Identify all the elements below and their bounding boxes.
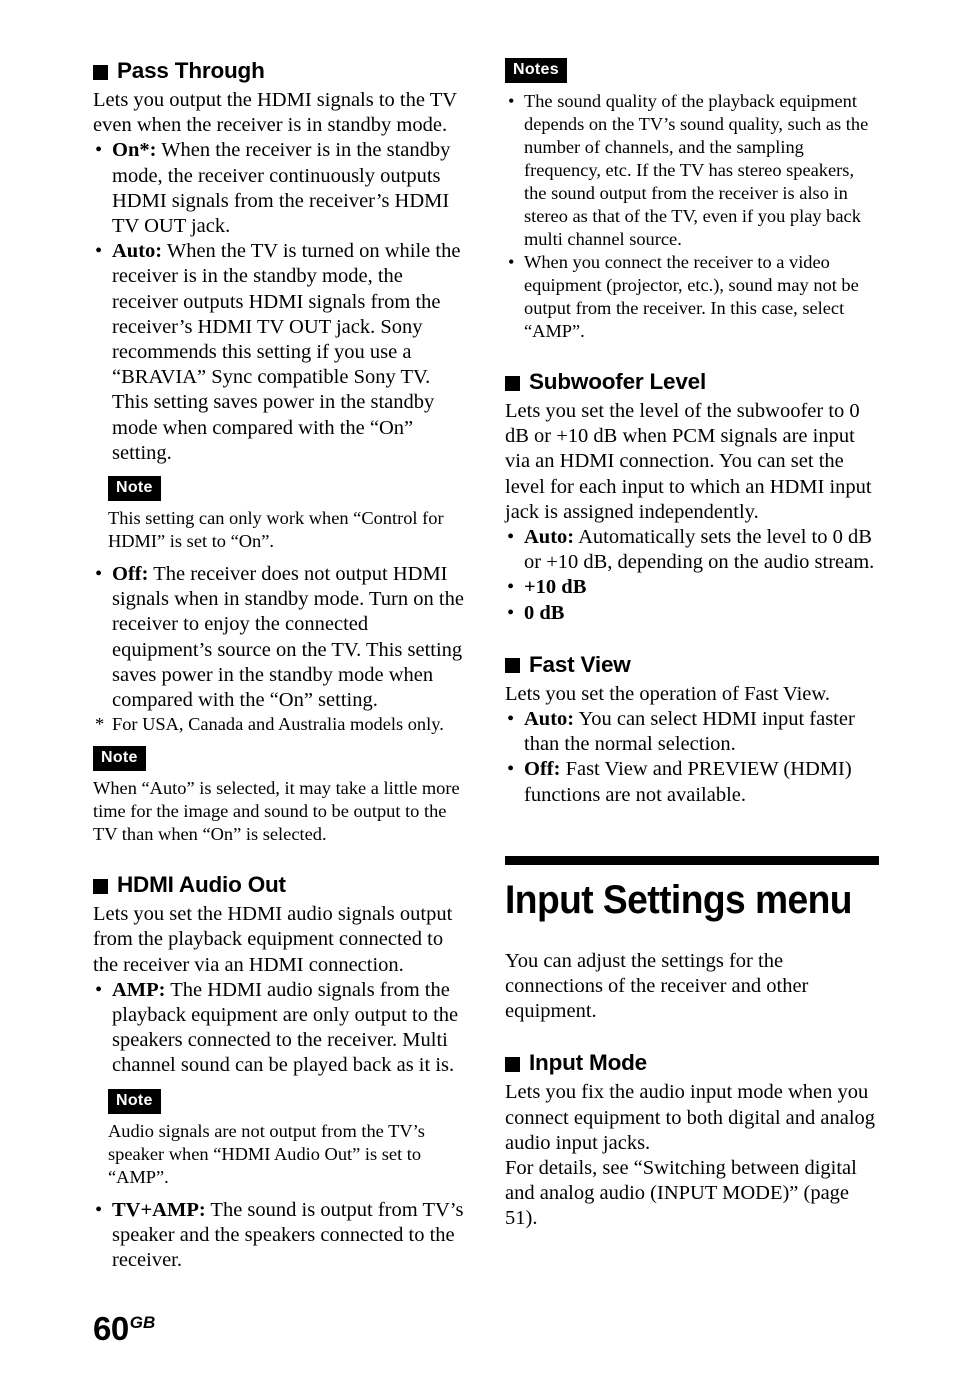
list-item: Auto: Automatically sets the level to 0 … [505, 525, 879, 575]
section-heading-hdmi-audio-out: HDMI Audio Out [93, 872, 465, 898]
square-bullet-icon [93, 64, 108, 80]
option-desc: When the TV is turned on while the recei… [112, 240, 461, 464]
section-title: Subwoofer Level [529, 369, 707, 394]
option-term: Auto: [524, 708, 575, 731]
note-text: Audio signals are not output from the TV… [108, 1120, 425, 1187]
notes-badge: Notes [505, 58, 567, 83]
section-heading-input-mode: Input Mode [505, 1050, 879, 1076]
option-desc: Automatically sets the level to 0 dB or … [524, 526, 875, 574]
option-desc: The receiver does not output HDMI signal… [112, 563, 464, 712]
list-item: Auto: You can select HDMI input faster t… [505, 707, 879, 757]
list-item: TV+AMP: The sound is output from TV’s sp… [93, 1198, 465, 1274]
option-term: Auto: [524, 526, 575, 549]
note-badge: Note [93, 746, 146, 772]
section-title: HDMI Audio Out [117, 872, 286, 898]
list-item: +10 dB [505, 575, 879, 600]
section-heading-pass-through: Pass Through [93, 58, 465, 84]
note-block-hdmi-audio-out: Note Audio signals are not output from t… [108, 1088, 465, 1189]
option-term: Off: [112, 563, 149, 586]
subwoofer-level-intro: Lets you set the level of the subwoofer … [505, 400, 872, 523]
fast-view-option-list: Auto: You can select HDMI input faster t… [505, 707, 879, 808]
pass-through-intro: Lets you output the HDMI signals to the … [93, 89, 457, 137]
hdmi-audio-out-option-tvamp-list: TV+AMP: The sound is output from TV’s sp… [93, 1198, 465, 1274]
option-term: 0 dB [524, 601, 565, 624]
option-term: Off: [524, 758, 561, 781]
section-title: Pass Through [117, 58, 265, 83]
note-text: When “Auto” is selected, it may take a l… [93, 778, 460, 845]
option-desc: You can select HDMI input faster than th… [524, 708, 855, 756]
square-bullet-icon [93, 878, 108, 894]
section-title: Fast View [529, 651, 631, 677]
hdmi-audio-out-option-amp-list: AMP: The HDMI audio signals from the pla… [93, 978, 465, 1079]
square-bullet-icon [505, 1056, 520, 1072]
page-title: Input Settings menu [505, 877, 852, 922]
notes-list: The sound quality of the playback equipm… [505, 90, 879, 343]
page-number-value: 60 [93, 1310, 129, 1347]
list-item: When you connect the receiver to a video… [505, 251, 879, 343]
major-section-input-settings-menu: Input Settings menu You can adjust the s… [505, 855, 879, 1232]
pass-through-option-off-list: Off: The receiver does not output HDMI s… [93, 562, 465, 713]
square-bullet-icon [505, 375, 520, 391]
note-block-control-for-hdmi: Note This setting can only work when “Co… [108, 476, 465, 553]
square-bullet-icon [505, 658, 520, 674]
option-desc: Fast View and PREVIEW (HDMI) functions a… [524, 758, 852, 806]
input-settings-intro: You can adjust the settings for the conn… [505, 949, 809, 1023]
section-heading-subwoofer-level: Subwoofer Level [505, 369, 879, 395]
note-text: This setting can only work when “Control… [108, 508, 444, 552]
option-desc: When the receiver is in the standby mode… [112, 139, 451, 238]
option-term: Auto: [112, 240, 163, 263]
note-block-auto-delay: Note When “Auto” is selected, it may tak… [93, 746, 465, 846]
input-mode-paragraph-2: For details, see “Switching between digi… [505, 1157, 857, 1230]
pass-through-footnote: For USA, Canada and Australia models onl… [93, 713, 465, 736]
list-item: Off: Fast View and PREVIEW (HDMI) functi… [505, 757, 879, 807]
note-badge: Note [108, 1088, 161, 1114]
notes-block-top: Notes The sound quality of the playback … [505, 58, 879, 343]
list-item: Off: The receiver does not output HDMI s… [93, 562, 465, 713]
list-item: Auto: When the TV is turned on while the… [93, 239, 465, 466]
list-item: On*: When the receiver is in the standby… [93, 138, 465, 239]
option-term: +10 dB [524, 576, 587, 599]
page-number: 60GB [93, 1312, 155, 1345]
option-term: On*: [112, 139, 157, 162]
section-title: Input Mode [529, 1050, 647, 1076]
section-heading-fast-view: Fast View [505, 652, 879, 678]
left-column: Pass Through Lets you output the HDMI si… [93, 58, 465, 1273]
list-item: The sound quality of the playback equipm… [505, 90, 879, 251]
list-item: 0 dB [505, 601, 879, 626]
page-region-code: GB [129, 1313, 156, 1332]
right-column: Notes The sound quality of the playback … [505, 58, 879, 1232]
section-rule [505, 855, 879, 865]
option-term: AMP: [112, 978, 166, 1001]
hdmi-audio-out-intro: Lets you set the HDMI audio signals outp… [93, 903, 453, 976]
subwoofer-level-option-list: Auto: Automatically sets the level to 0 … [505, 525, 879, 626]
pass-through-option-list: On*: When the receiver is in the standby… [93, 138, 465, 466]
manual-page: Pass Through Lets you output the HDMI si… [0, 0, 954, 1373]
input-mode-paragraph-1: Lets you fix the audio input mode when y… [505, 1081, 876, 1154]
note-badge: Note [108, 476, 161, 502]
fast-view-intro: Lets you set the operation of Fast View. [505, 682, 830, 705]
list-item: AMP: The HDMI audio signals from the pla… [93, 978, 465, 1079]
option-term: TV+AMP: [112, 1198, 206, 1221]
